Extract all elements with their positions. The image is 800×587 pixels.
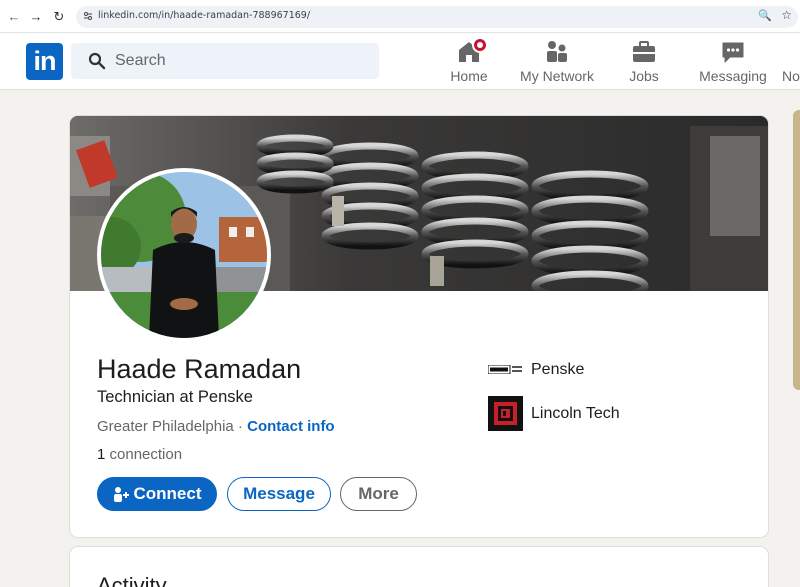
add-person-icon	[113, 487, 129, 502]
back-icon[interactable]: ←	[6, 9, 22, 25]
nav-messaging[interactable]: Messaging	[698, 39, 768, 89]
message-button[interactable]: Message	[227, 477, 331, 511]
more-button-label: More	[358, 484, 399, 503]
connect-button-label: Connect	[133, 484, 202, 503]
reload-icon[interactable]: ↻	[51, 9, 67, 25]
profile-photo	[101, 172, 267, 338]
forward-icon[interactable]: →	[28, 9, 44, 25]
briefcase-icon	[633, 41, 655, 62]
search-bar[interactable]	[71, 43, 379, 79]
profile-card: Haade Ramadan Technician at Penske Great…	[69, 115, 769, 538]
profile-location: Greater Philadelphia	[97, 418, 234, 435]
bell-icon	[782, 39, 800, 65]
url-text[interactable]: linkedin.com/in/haade-ramadan-788967169/	[98, 10, 310, 21]
nav-home[interactable]: Home	[446, 37, 492, 89]
browser-toolbar: ← → ↻ linkedin.com/in/haade-ramadan-7889…	[0, 0, 800, 33]
nav-notifications-label: No	[782, 68, 800, 84]
site-settings-icon[interactable]	[83, 11, 93, 21]
company-name: Lincoln Tech	[531, 405, 620, 422]
search-input[interactable]	[115, 43, 365, 79]
connect-button[interactable]: Connect	[97, 477, 217, 511]
zoom-icon[interactable]: 🔍	[758, 9, 772, 22]
linkedin-logo[interactable]: in	[26, 43, 63, 80]
more-button[interactable]: More	[340, 477, 417, 511]
location-separator: ·	[233, 418, 248, 435]
lincoln-tech-logo	[488, 396, 523, 431]
address-bar[interactable]: linkedin.com/in/haade-ramadan-788967169/…	[76, 6, 798, 28]
notification-badge	[472, 37, 488, 53]
messaging-icon	[722, 42, 744, 63]
activity-title: Activity	[97, 573, 167, 587]
nav-my-network[interactable]: My Network	[518, 39, 596, 89]
nav-jobs-label: Jobs	[629, 68, 659, 84]
linkedin-header: in Home My Network Jobs	[0, 33, 800, 90]
activity-card: Activity	[69, 546, 769, 587]
connections-count-row[interactable]: 1 connection	[97, 446, 182, 463]
side-panel-edge	[793, 110, 800, 390]
search-icon	[88, 52, 106, 70]
nav-my-network-label: My Network	[520, 68, 594, 84]
company-name: Penske	[531, 361, 585, 378]
penske-logo	[488, 365, 522, 374]
nav-messaging-label: Messaging	[699, 68, 767, 84]
network-icon	[547, 41, 567, 62]
nav-notifications[interactable]: No	[782, 39, 800, 89]
nav-home-label: Home	[450, 68, 488, 84]
connections-label: connection	[105, 446, 183, 463]
profile-headline: Technician at Penske	[97, 388, 253, 406]
bookmark-star-icon[interactable]: ☆	[781, 8, 792, 22]
profile-name: Haade Ramadan	[97, 354, 302, 384]
profile-location-row: Greater Philadelphia · Contact info	[97, 418, 335, 435]
contact-info-link[interactable]: Contact info	[247, 418, 335, 435]
message-button-label: Message	[243, 484, 315, 503]
profile-avatar[interactable]	[97, 168, 271, 342]
nav-jobs[interactable]: Jobs	[624, 39, 664, 89]
